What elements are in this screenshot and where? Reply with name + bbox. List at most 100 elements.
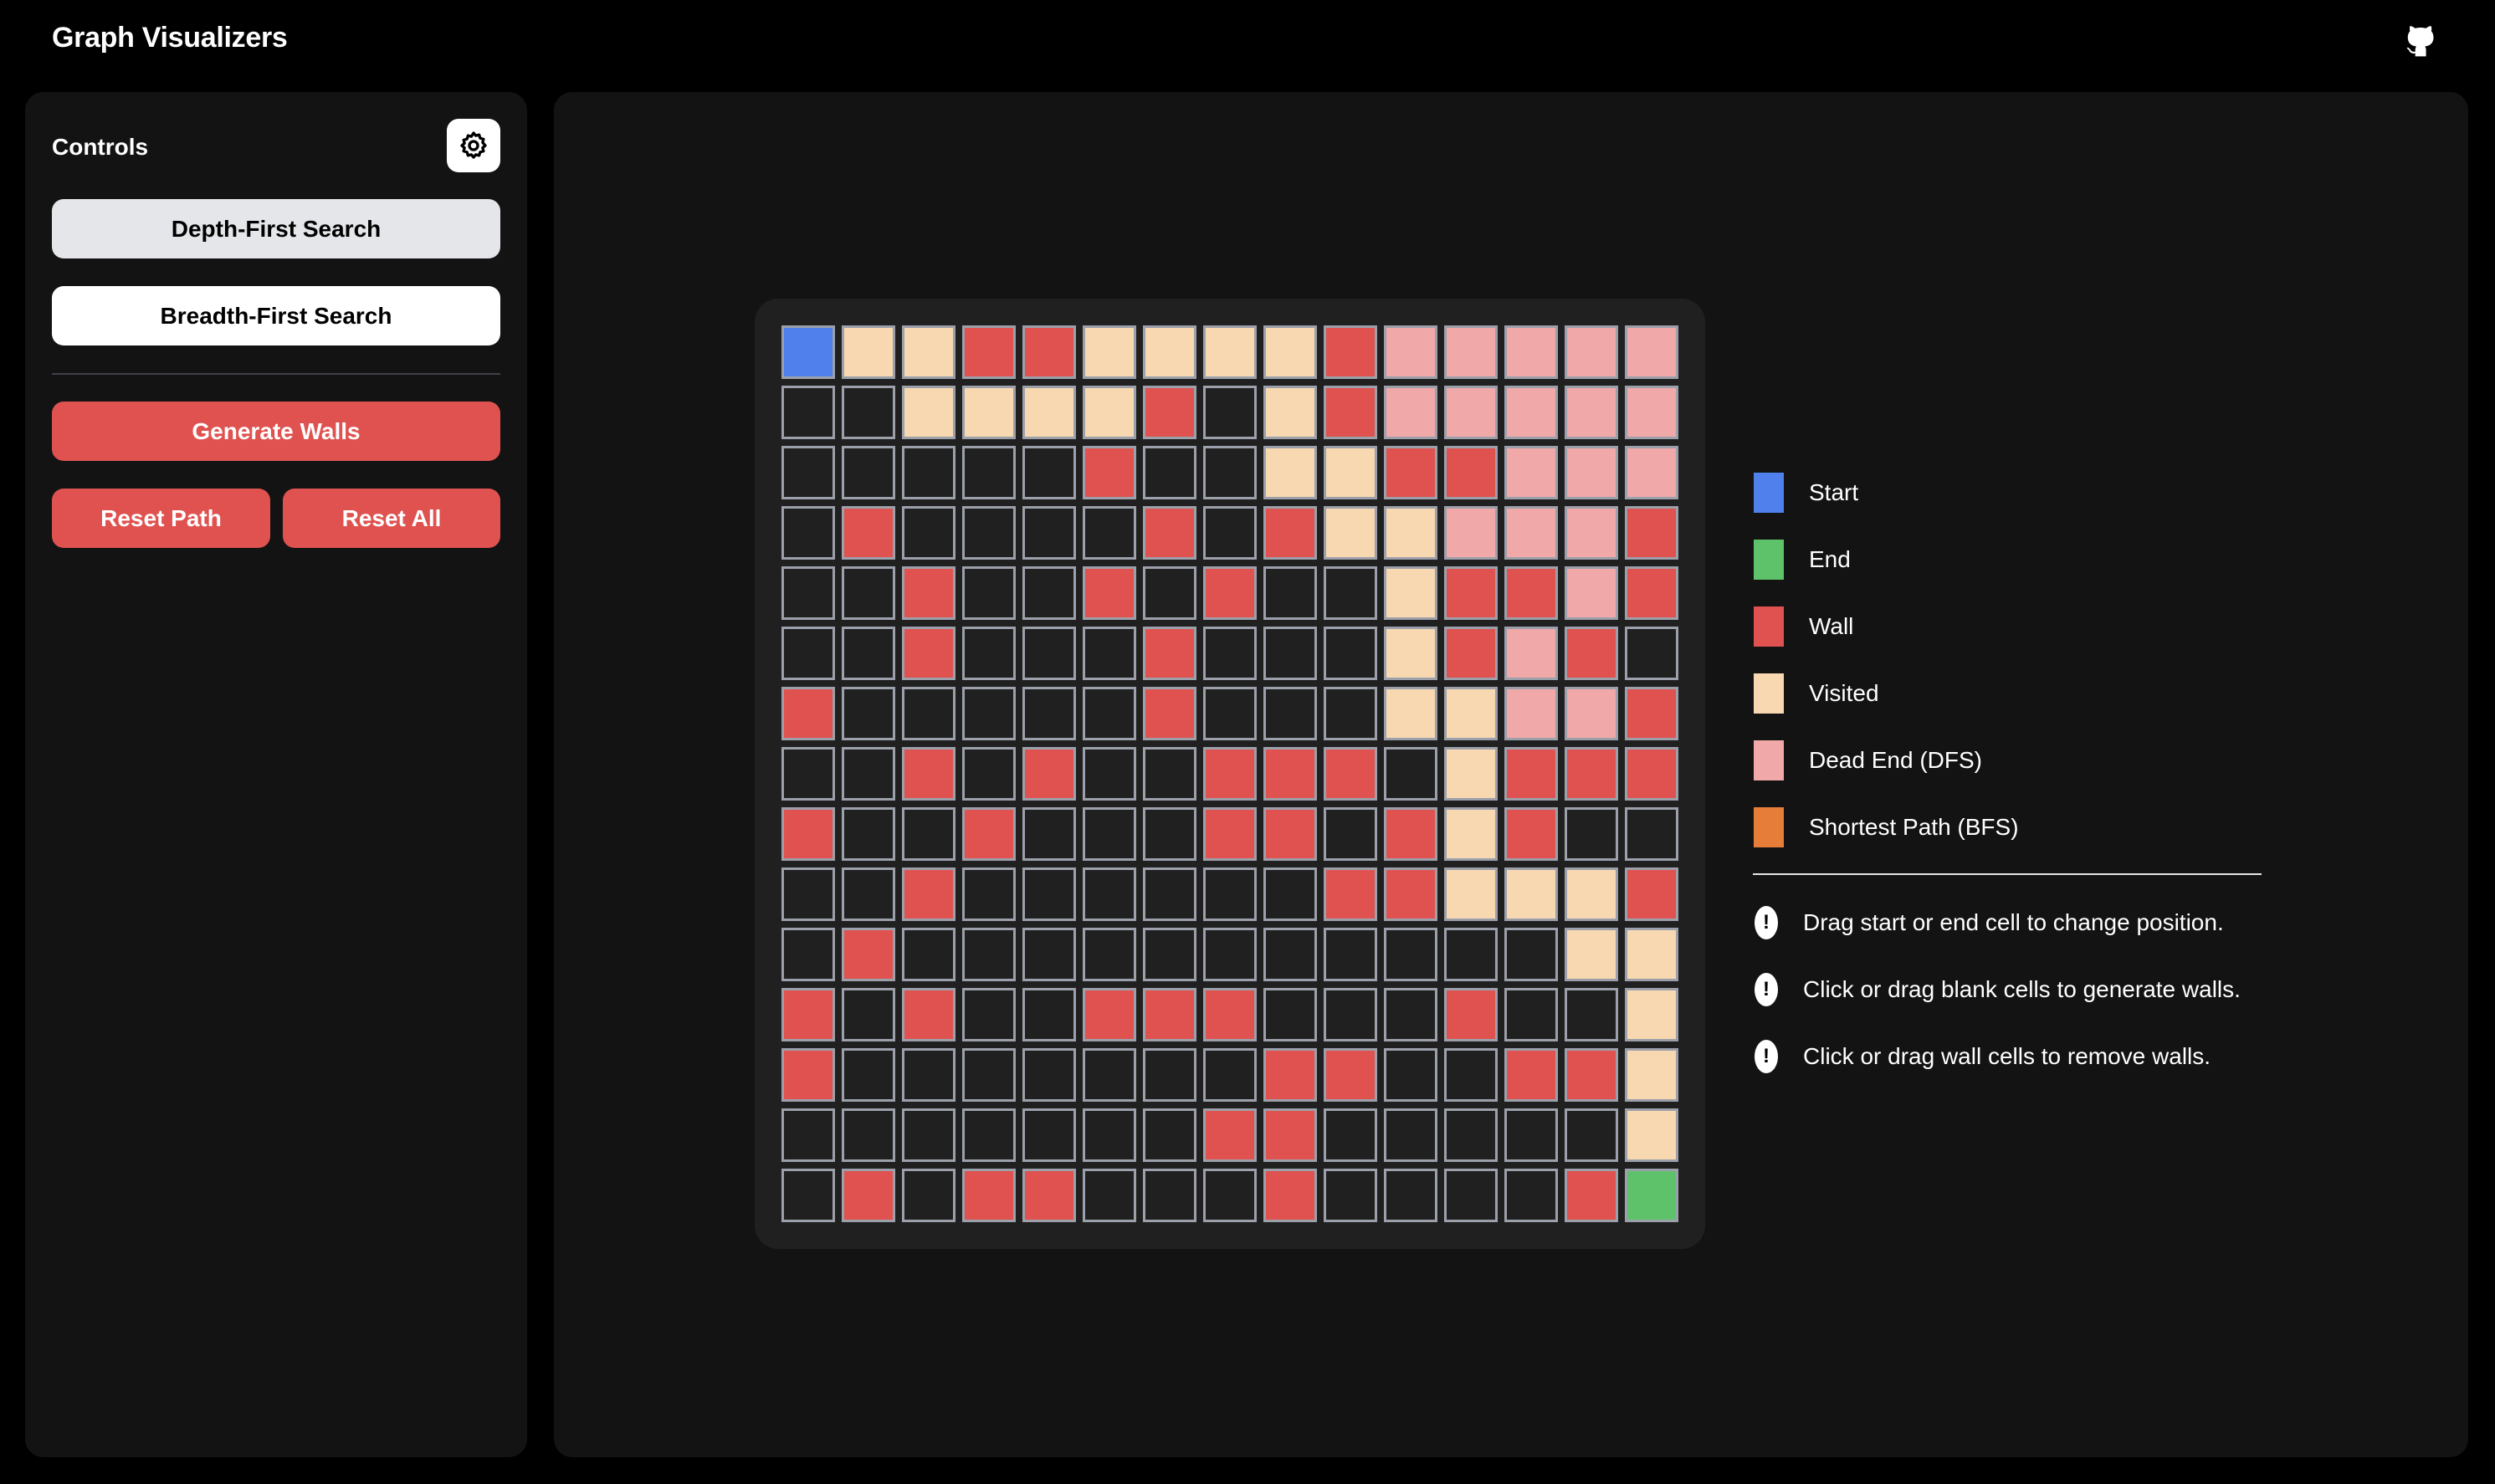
grid-cell-dead-end[interactable] [1565, 566, 1618, 620]
grid-cell-empty[interactable] [1324, 807, 1377, 861]
grid-cell-end[interactable] [1625, 1169, 1678, 1222]
grid-cell-empty[interactable] [1444, 1169, 1498, 1222]
grid-cell-wall[interactable] [1565, 1048, 1618, 1102]
dfs-button[interactable]: Depth-First Search [52, 199, 500, 258]
grid-cell-wall[interactable] [781, 687, 835, 740]
grid-cell-visited[interactable] [1444, 747, 1498, 801]
grid-cell-visited[interactable] [1444, 687, 1498, 740]
grid-cell-empty[interactable] [1504, 1108, 1558, 1162]
grid-cell-wall[interactable] [1203, 747, 1257, 801]
grid-cell-empty[interactable] [842, 566, 895, 620]
grid-cell-dead-end[interactable] [1565, 506, 1618, 560]
grid-cell-empty[interactable] [1022, 1108, 1076, 1162]
grid-cell-empty[interactable] [842, 446, 895, 499]
grid-cell-empty[interactable] [781, 1169, 835, 1222]
grid-cell-empty[interactable] [781, 627, 835, 680]
grid-cell-empty[interactable] [902, 928, 955, 981]
grid-cell-wall[interactable] [1625, 566, 1678, 620]
grid-cell-empty[interactable] [1203, 867, 1257, 921]
grid-cell-empty[interactable] [1022, 566, 1076, 620]
grid-cell-visited[interactable] [1565, 867, 1618, 921]
grid-cell-wall[interactable] [1203, 807, 1257, 861]
grid-cell-empty[interactable] [962, 627, 1016, 680]
grid-cell-empty[interactable] [1203, 687, 1257, 740]
grid-cell-empty[interactable] [962, 928, 1016, 981]
grid-cell-wall[interactable] [1203, 988, 1257, 1041]
grid-cell-empty[interactable] [962, 747, 1016, 801]
grid-cell-visited[interactable] [1625, 988, 1678, 1041]
grid-cell-empty[interactable] [1384, 747, 1437, 801]
grid-cell-wall[interactable] [1143, 687, 1196, 740]
grid-cell-empty[interactable] [1384, 1048, 1437, 1102]
grid-cell-empty[interactable] [1022, 988, 1076, 1041]
grid-cell-empty[interactable] [1263, 928, 1317, 981]
grid-cell-empty[interactable] [902, 807, 955, 861]
grid-cell-wall[interactable] [1203, 1108, 1257, 1162]
grid-cell-wall[interactable] [1444, 988, 1498, 1041]
grid-cell-empty[interactable] [1203, 627, 1257, 680]
grid-cell-empty[interactable] [902, 446, 955, 499]
bfs-button[interactable]: Breadth-First Search [52, 286, 500, 345]
github-link[interactable] [2403, 23, 2438, 59]
grid-cell-wall[interactable] [1022, 747, 1076, 801]
grid-cell-empty[interactable] [781, 506, 835, 560]
grid-cell-dead-end[interactable] [1625, 386, 1678, 439]
reset-path-button[interactable]: Reset Path [52, 489, 270, 548]
grid-cell-empty[interactable] [1324, 928, 1377, 981]
grid-cell-visited[interactable] [1384, 627, 1437, 680]
grid-cell-empty[interactable] [902, 1108, 955, 1162]
grid-cell-empty[interactable] [1324, 988, 1377, 1041]
grid-cell-empty[interactable] [1324, 687, 1377, 740]
grid-cell-wall[interactable] [962, 325, 1016, 379]
grid-cell-empty[interactable] [1203, 1048, 1257, 1102]
grid-cell-empty[interactable] [1143, 1108, 1196, 1162]
grid-cell-empty[interactable] [1324, 1108, 1377, 1162]
grid-cell-wall[interactable] [1083, 988, 1136, 1041]
grid-cell-empty[interactable] [962, 1108, 1016, 1162]
grid-cell-empty[interactable] [902, 1048, 955, 1102]
grid-cell-empty[interactable] [842, 386, 895, 439]
grid-cell-dead-end[interactable] [1444, 325, 1498, 379]
grid-cell-empty[interactable] [1384, 988, 1437, 1041]
grid-cell-empty[interactable] [1444, 928, 1498, 981]
grid-cell-wall[interactable] [1444, 566, 1498, 620]
grid-cell-wall[interactable] [1565, 1169, 1618, 1222]
grid-cell-visited[interactable] [1384, 687, 1437, 740]
grid-cell-empty[interactable] [1203, 1169, 1257, 1222]
grid-cell-empty[interactable] [1203, 446, 1257, 499]
grid-cell-empty[interactable] [962, 1048, 1016, 1102]
grid-cell-empty[interactable] [1083, 928, 1136, 981]
grid-cell-wall[interactable] [781, 988, 835, 1041]
grid-cell-dead-end[interactable] [1384, 386, 1437, 439]
grid-cell-empty[interactable] [842, 1108, 895, 1162]
grid-cell-empty[interactable] [781, 386, 835, 439]
grid-cell-wall[interactable] [842, 506, 895, 560]
grid-cell-visited[interactable] [842, 325, 895, 379]
grid-cell-empty[interactable] [902, 506, 955, 560]
grid-cell-dead-end[interactable] [1444, 386, 1498, 439]
grid-cell-dead-end[interactable] [1625, 446, 1678, 499]
grid-cell-dead-end[interactable] [1504, 386, 1558, 439]
grid-cell-empty[interactable] [1083, 1169, 1136, 1222]
grid-cell-empty[interactable] [1444, 1108, 1498, 1162]
grid-cell-dead-end[interactable] [1384, 325, 1437, 379]
grid-cell-empty[interactable] [902, 687, 955, 740]
grid-cell-empty[interactable] [1083, 1108, 1136, 1162]
grid-cell-empty[interactable] [1083, 506, 1136, 560]
grid-cell-wall[interactable] [1263, 1048, 1317, 1102]
grid-cell-empty[interactable] [1083, 687, 1136, 740]
grid-cell-empty[interactable] [962, 687, 1016, 740]
grid-cell-empty[interactable] [1324, 1169, 1377, 1222]
grid-cell-empty[interactable] [1203, 506, 1257, 560]
grid-cell-wall[interactable] [1324, 325, 1377, 379]
grid-cell-visited[interactable] [902, 325, 955, 379]
grid-cell-empty[interactable] [1083, 867, 1136, 921]
reset-all-button[interactable]: Reset All [283, 489, 500, 548]
grid-cell-visited[interactable] [1625, 1048, 1678, 1102]
grid-cell-empty[interactable] [1143, 747, 1196, 801]
grid-cell-wall[interactable] [1022, 1169, 1076, 1222]
grid-cell-wall[interactable] [1625, 747, 1678, 801]
grid-cell-visited[interactable] [1625, 928, 1678, 981]
grid-cell-visited[interactable] [1022, 386, 1076, 439]
grid-cell-dead-end[interactable] [1504, 325, 1558, 379]
